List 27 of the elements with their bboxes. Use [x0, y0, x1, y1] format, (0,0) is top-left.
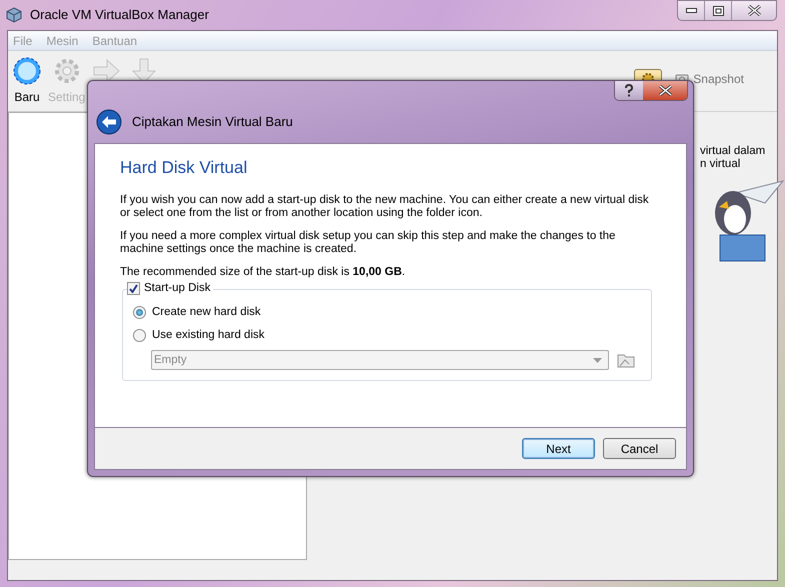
startup-disk-checkbox[interactable]: Start-up Disk: [127, 282, 214, 296]
instruction-text: The recommended size of the start-up disk is 10,00 GB.: [120, 266, 406, 280]
close-icon: [658, 85, 672, 96]
window-title: Oracle VM VirtualBox Manager: [30, 6, 209, 24]
help-button[interactable]: [615, 81, 643, 100]
maximize-icon: [712, 6, 724, 16]
radio-option[interactable]: Create new hard disk: [133, 306, 635, 320]
toolbar-button[interactable]: Baru: [10, 57, 44, 106]
dialog-button[interactable]: Cancel: [603, 438, 676, 459]
page-heading: Hard Disk Virtual: [120, 158, 248, 178]
dialog-title: Ciptakan Mesin Virtual Baru: [132, 113, 293, 132]
close-button[interactable]: [643, 81, 687, 100]
gear-icon: [52, 57, 81, 85]
folder-icon[interactable]: [617, 352, 635, 368]
dialog-button[interactable]: Next: [522, 438, 595, 459]
radio-option[interactable]: Use existing hard disk: [133, 329, 635, 342]
starburst-icon: [13, 57, 41, 85]
checkmark-icon: [129, 284, 138, 294]
welcome-text: n virtual: [700, 158, 742, 170]
close-icon: [748, 5, 760, 16]
help-icon: [624, 84, 634, 97]
cube-icon: [6, 7, 22, 23]
minimize-icon: [686, 8, 696, 13]
welcome-text: virtual dalam: [700, 145, 766, 158]
instruction-text: If you need a more complex virtual disk setup you can skip this step and make the changes to the machine settings once the machine is created.: [120, 230, 616, 256]
dropdown-caret-icon: [593, 358, 602, 363]
instruction-text: If you wish you can now add a start-up disk to the new machine. You can either create a new virtual disk or select one from the list or from another location using the folder icon.: [120, 194, 650, 220]
